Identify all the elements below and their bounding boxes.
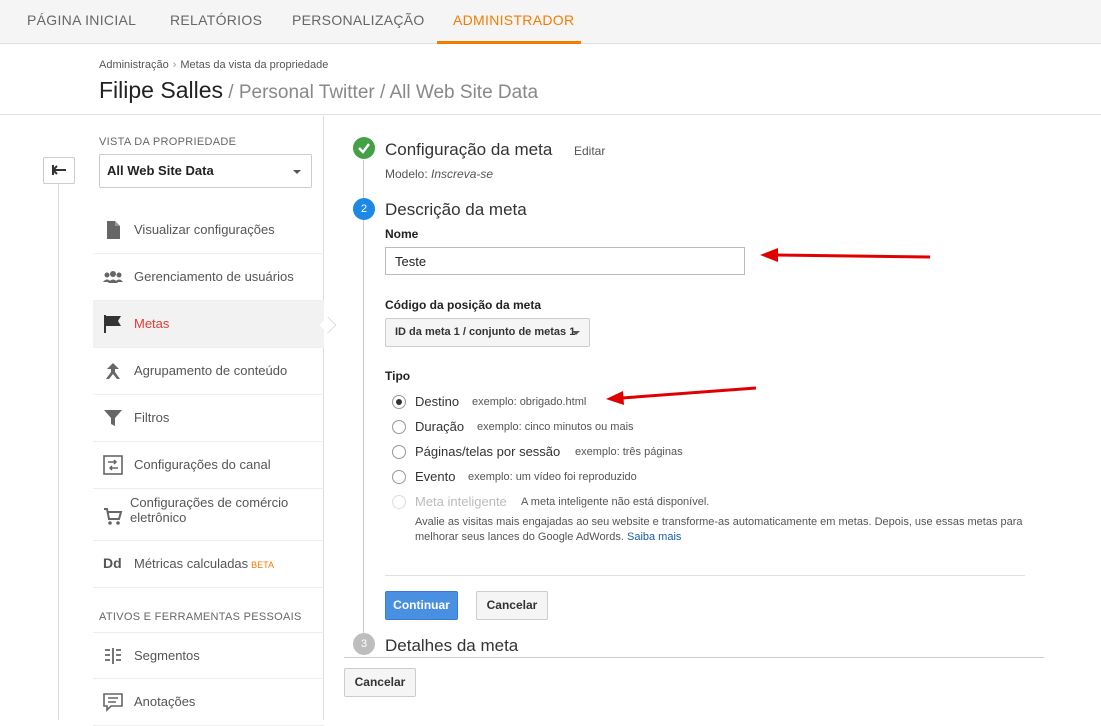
radio-example: exemplo: cinco minutos ou mais bbox=[477, 421, 634, 433]
personal-section-label: ATIVOS E FERRAMENTAS PESSOAIS bbox=[99, 611, 302, 623]
step3-title: Detalhes da meta bbox=[385, 636, 519, 655]
step1-edit-link[interactable]: Editar bbox=[574, 144, 605, 158]
view-select[interactable]: All Web Site Data bbox=[99, 154, 312, 188]
annotation-arrow-icon bbox=[606, 386, 757, 405]
smart-goal-text: Avalie as visitas mais engajadas ao seu … bbox=[415, 516, 1023, 543]
step2-number: 2 bbox=[353, 198, 375, 220]
beta-badge: BETA bbox=[251, 560, 274, 570]
page-header: Administração › Metas da vista da propried… bbox=[0, 45, 1101, 115]
breadcrumb-administracao[interactable]: Administração bbox=[99, 59, 169, 71]
content-grouping-icon bbox=[106, 363, 120, 379]
active-tab-indicator bbox=[437, 41, 581, 44]
breadcrumb: Administração › Metas da vista da propried… bbox=[99, 59, 328, 71]
step1-title: Configuração da meta bbox=[385, 140, 553, 159]
sidebar-item-label: Segmentos bbox=[134, 648, 200, 663]
type-label: Tipo bbox=[385, 369, 411, 383]
check-icon bbox=[358, 143, 370, 154]
radio-label: Páginas/telas por sessão bbox=[415, 444, 561, 459]
sidebar-item-label: Metas bbox=[134, 316, 170, 331]
sidebar-guide-line bbox=[58, 184, 59, 720]
sidebar-item-label: Visualizar configurações bbox=[134, 222, 275, 237]
radio-paginas[interactable] bbox=[392, 445, 406, 459]
radio-label: Destino bbox=[415, 394, 460, 409]
radio-example: A meta inteligente não está disponível. bbox=[521, 496, 710, 508]
step-complete-icon bbox=[353, 137, 375, 159]
chevron-down-icon bbox=[293, 170, 301, 174]
radio-example: exemplo: um vídeo foi reproduzido bbox=[468, 471, 637, 483]
page-title: Filipe Salles / Personal Twitter / All W… bbox=[99, 77, 538, 104]
sidebar-item-gerenciamento-usuarios[interactable]: Gerenciamento de usuários bbox=[93, 254, 324, 301]
model-prefix: Modelo: bbox=[385, 167, 432, 181]
back-arrow-icon bbox=[52, 165, 66, 175]
property-path: / Personal Twitter / All Web Site Data bbox=[223, 82, 539, 103]
radio-example: exemplo: três páginas bbox=[575, 446, 683, 458]
chevron-down-icon bbox=[572, 331, 580, 335]
radio-label: Evento bbox=[415, 469, 456, 484]
goal-position-select[interactable]: ID da meta 1 / conjunto de metas 1 bbox=[385, 318, 590, 347]
radio-destino[interactable] bbox=[392, 395, 406, 409]
users-icon bbox=[103, 271, 123, 283]
back-button[interactable] bbox=[43, 157, 75, 184]
tab-relatorios[interactable]: RELATÓRIOS bbox=[170, 0, 262, 44]
top-navigation: PÁGINA INICIAL RELATÓRIOS PERSONALIZAÇÃO… bbox=[0, 0, 1101, 44]
sidebar-item-comercio-eletronico[interactable]: Configurações de comércio eletrônico bbox=[93, 489, 324, 541]
sidebar-item-label: Filtros bbox=[134, 410, 170, 425]
bottom-divider bbox=[344, 657, 1044, 658]
sidebar-item-label: Métricas calculadas BETA bbox=[134, 556, 274, 571]
cancel-button[interactable]: Cancelar bbox=[476, 591, 548, 620]
sidebar-item-segmentos[interactable]: Segmentos bbox=[93, 632, 324, 679]
sidebar-item-metricas-calculadas[interactable]: Dd Métricas calculadas BETA bbox=[93, 541, 324, 588]
annotations-icon bbox=[103, 693, 123, 712]
learn-more-link[interactable]: Saiba mais bbox=[627, 531, 681, 543]
filter-icon bbox=[104, 410, 122, 426]
tab-pagina-inicial[interactable]: PÁGINA INICIAL bbox=[27, 0, 136, 44]
step2-title: Descrição da meta bbox=[385, 200, 527, 219]
channel-settings-icon bbox=[103, 455, 123, 475]
account-name: Filipe Salles bbox=[99, 77, 223, 103]
step3-number: 3 bbox=[353, 633, 375, 655]
radio-example: exemplo: obrigado.html bbox=[472, 396, 587, 408]
form-divider bbox=[385, 575, 1025, 576]
name-label: Nome bbox=[385, 227, 419, 241]
annotation-arrow-icon bbox=[760, 248, 931, 262]
radio-meta-inteligente bbox=[392, 495, 406, 509]
bottom-cancel-button[interactable]: Cancelar bbox=[344, 668, 416, 697]
continue-button[interactable]: Continuar bbox=[385, 591, 458, 620]
sidebar-item-filtros[interactable]: Filtros bbox=[93, 395, 324, 442]
sidebar-item-label: Configurações de comércio eletrônico bbox=[130, 495, 289, 525]
radio-label: Meta inteligente bbox=[415, 494, 507, 509]
smart-goal-description: Avalie as visitas mais engajadas ao seu … bbox=[415, 515, 1035, 545]
breadcrumb-metas[interactable]: Metas da vista da propriedade bbox=[180, 59, 328, 71]
sidebar-item-anotacoes[interactable]: Anotações bbox=[93, 679, 324, 726]
sidebar-item-metas[interactable]: Metas bbox=[93, 301, 324, 348]
segments-icon bbox=[105, 648, 121, 664]
step-connector-line bbox=[363, 160, 364, 638]
calculated-metrics-icon: Dd bbox=[103, 555, 122, 571]
sidebar-item-label: Configurações do canal bbox=[134, 457, 271, 472]
metricas-label: Métricas calculadas bbox=[134, 556, 249, 571]
radio-label: Duração bbox=[415, 419, 465, 434]
sidebar-item-visualizar-configuracoes[interactable]: Visualizar configurações bbox=[93, 207, 324, 254]
radio-duracao[interactable] bbox=[392, 420, 406, 434]
sidebar-item-label: Gerenciamento de usuários bbox=[134, 269, 294, 284]
radio-evento[interactable] bbox=[392, 470, 406, 484]
goal-model: Modelo: Inscreva-se bbox=[385, 167, 493, 181]
breadcrumb-separator: › bbox=[172, 59, 177, 71]
model-value: Inscreva-se bbox=[431, 167, 494, 181]
document-icon bbox=[107, 221, 120, 239]
view-select-value: All Web Site Data bbox=[107, 163, 214, 178]
view-section-label: VISTA DA PROPRIEDADE bbox=[99, 136, 237, 148]
position-label: Código da posição da meta bbox=[385, 298, 542, 312]
cart-icon bbox=[104, 508, 123, 525]
sidebar-item-configuracoes-canal[interactable]: Configurações do canal bbox=[93, 442, 324, 489]
sidebar-item-label: Anotações bbox=[134, 694, 196, 709]
sidebar-item-agrupamento-conteudo[interactable]: Agrupamento de conteúdo bbox=[93, 348, 324, 395]
tab-personalizacao[interactable]: PERSONALIZAÇÃO bbox=[292, 0, 425, 44]
goal-position-value: ID da meta 1 / conjunto de metas 1 bbox=[395, 326, 576, 338]
flag-icon bbox=[104, 315, 121, 333]
tab-administrador[interactable]: ADMINISTRADOR bbox=[453, 0, 574, 44]
goal-name-input[interactable] bbox=[385, 247, 745, 275]
sidebar: VISTA DA PROPRIEDADE All Web Site Data V… bbox=[93, 116, 337, 726]
sidebar-item-label: Agrupamento de conteúdo bbox=[134, 363, 288, 378]
